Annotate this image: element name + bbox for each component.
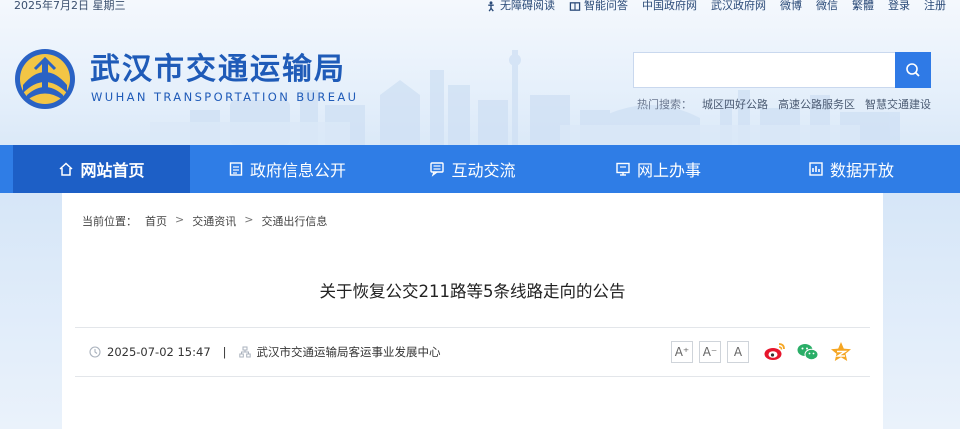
nav-home-label: 网站首页 (80, 161, 145, 180)
top-links: 无障碍阅读 智能问答 中国政府网 武汉政府网 微博 微信 繁體 登录 注册 (485, 0, 946, 12)
hot-search: 热门搜索： 城区四好公路 高速公路服务区 智慧交通建设 (637, 96, 931, 112)
hot-search-item[interactable]: 智慧交通建设 (865, 96, 931, 112)
interaction-icon (430, 162, 445, 177)
meta-divider-bottom (75, 376, 870, 377)
main-nav: 网站首页 政府信息公开 互动交流 网上办事 数据开放 (0, 145, 960, 193)
search-button[interactable] (895, 52, 931, 88)
site-subtitle: WUHAN TRANSPORTATION BUREAU (91, 90, 359, 104)
nav-gov-info-label: 政府信息公开 (249, 161, 346, 180)
weibo-icon[interactable] (763, 340, 787, 364)
breadcrumb-home[interactable]: 首页 (145, 213, 167, 229)
accessibility-label: 无障碍阅读 (500, 0, 555, 12)
search-box (633, 52, 931, 88)
meta-divider-top (75, 327, 870, 328)
smart-qa-link[interactable]: 智能问答 (569, 0, 628, 12)
book-icon (569, 1, 581, 11)
current-date: 2025年7月2日 星期三 (14, 0, 126, 12)
hot-search-item[interactable]: 高速公路服务区 (778, 96, 855, 112)
gov-cn-link[interactable]: 中国政府网 (642, 0, 697, 12)
breadcrumb-prefix: 当前位置： (82, 215, 137, 228)
login-link[interactable]: 登录 (888, 0, 910, 12)
nav-home[interactable]: 网站首页 (13, 145, 190, 193)
bureau-emblem-icon[interactable] (13, 47, 77, 111)
font-increase-button[interactable]: A⁺ (671, 341, 693, 363)
hot-search-label: 热门搜索： (637, 98, 692, 111)
article-meta: 2025-07-02 15:47 | 武汉市交通运输局客运事业发展中心 (89, 344, 441, 360)
breadcrumb-travel-info[interactable]: 交通出行信息 (261, 213, 327, 229)
wuhan-gov-link[interactable]: 武汉政府网 (711, 0, 766, 12)
wechat-icon[interactable] (796, 340, 820, 364)
breadcrumb-separator: > (244, 213, 254, 226)
document-icon (229, 162, 243, 176)
nav-online-service-label: 网上办事 (636, 161, 701, 180)
nav-open-data-label: 数据开放 (829, 161, 894, 180)
meta-separator: | (222, 345, 227, 359)
weibo-link[interactable]: 微博 (780, 0, 802, 12)
qzone-icon[interactable] (829, 340, 853, 364)
hot-search-item[interactable]: 城区四好公路 (702, 96, 768, 112)
font-decrease-button[interactable]: A⁻ (699, 341, 721, 363)
clock-icon (89, 346, 101, 358)
breadcrumb-news[interactable]: 交通资讯 (192, 213, 236, 229)
search-icon (906, 63, 920, 77)
article-title: 关于恢复公交211路等5条线路走向的公告 (319, 282, 626, 301)
nav-interaction-label: 互动交流 (451, 161, 516, 180)
breadcrumb-separator: > (175, 213, 185, 226)
wechat-link[interactable]: 微信 (816, 0, 838, 12)
nav-open-data[interactable]: 数据开放 (755, 145, 947, 193)
top-bar: 2025年7月2日 星期三 无障碍阅读 智能问答 中国政府网 武汉政府网 微博 … (0, 0, 960, 14)
accessibility-link[interactable]: 无障碍阅读 (485, 0, 555, 12)
smart-qa-label: 智能问答 (584, 0, 628, 12)
site-title[interactable]: 武汉市交通运输局 (90, 53, 346, 87)
article-source: 武汉市交通运输局客运事业发展中心 (256, 345, 441, 359)
traditional-chinese-link[interactable]: 繁體 (852, 0, 874, 12)
accessibility-icon (488, 0, 494, 12)
data-icon (809, 162, 823, 176)
nav-gov-info[interactable]: 政府信息公开 (190, 145, 384, 193)
nav-interaction[interactable]: 互动交流 (384, 145, 561, 193)
nav-online-service[interactable]: 网上办事 (561, 145, 755, 193)
search-input[interactable] (634, 53, 896, 87)
service-icon (616, 162, 630, 176)
register-link[interactable]: 注册 (924, 0, 946, 12)
font-reset-button[interactable]: A (727, 341, 749, 363)
home-icon (59, 162, 73, 176)
organization-icon (238, 346, 251, 358)
publish-datetime: 2025-07-02 15:47 (107, 345, 211, 359)
breadcrumb: 当前位置： 首页 > 交通资讯 > 交通出行信息 (82, 213, 327, 229)
